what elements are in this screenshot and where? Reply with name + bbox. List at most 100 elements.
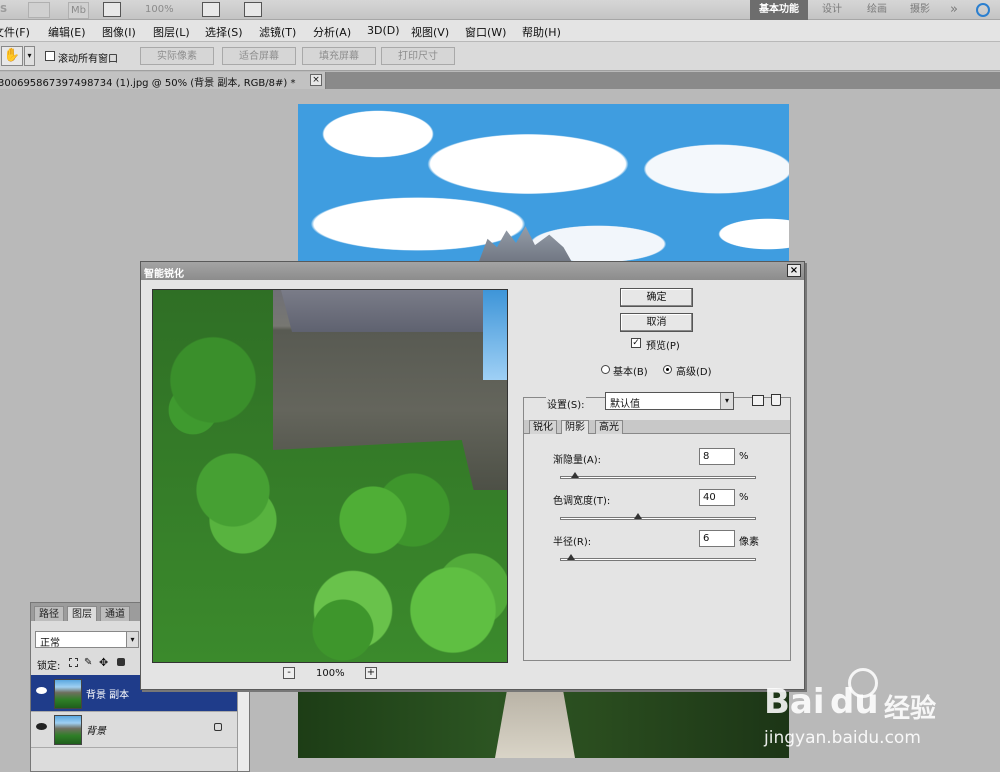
more-workspaces-button[interactable]: »: [942, 0, 966, 20]
dialog-title-bar[interactable]: 智能锐化 ×: [141, 262, 804, 280]
mode-basic-radio[interactable]: [601, 365, 610, 374]
menu-filter[interactable]: 滤镜(T): [259, 24, 296, 40]
zoom-level-menu[interactable]: 100%: [145, 2, 174, 17]
settings-value: 默认值: [610, 399, 640, 410]
tree-foliage: [153, 290, 303, 662]
options-bar: ✋ ▾ 滚动所有窗口 实际像素 适合屏幕 填充屏幕 打印尺寸: [0, 42, 1000, 71]
tonal-width-unit: %: [739, 492, 749, 503]
tab-paths[interactable]: 路径: [34, 606, 64, 621]
watermark-brand-second: du: [830, 682, 879, 722]
tab-shadow[interactable]: 阴影: [561, 420, 589, 434]
menu-analysis[interactable]: 分析(A): [313, 24, 351, 40]
fade-amount-unit: %: [739, 451, 749, 462]
preview-label: 预览(P): [646, 341, 680, 352]
save-settings-icon[interactable]: [752, 395, 764, 406]
settings-label: 设置(S):: [546, 396, 586, 411]
menu-3d[interactable]: 3D(D): [367, 24, 400, 37]
blend-mode-value: 正常: [40, 638, 60, 649]
workspace-design[interactable]: 设计: [812, 0, 852, 20]
tab-highlight[interactable]: 高光: [595, 420, 623, 434]
menu-layer[interactable]: 图层(L): [153, 24, 190, 40]
preview-checkbox[interactable]: ✓: [631, 338, 641, 348]
actual-pixels-button[interactable]: 实际像素: [140, 47, 214, 65]
watermark-cn: 经验: [884, 694, 937, 724]
tonal-width-slider[interactable]: [560, 517, 756, 520]
workspace-painting[interactable]: 绘画: [856, 0, 898, 20]
document-tab[interactable]: 300695867397498734 (1).jpg @ 50% (背景 副本,…: [0, 72, 326, 89]
layer-thumbnail: [54, 715, 82, 745]
print-size-button[interactable]: 打印尺寸: [381, 47, 455, 65]
tab-sharpen[interactable]: 锐化: [529, 420, 557, 434]
screen-mode-icon[interactable]: [244, 2, 262, 17]
fill-screen-button[interactable]: 填充屏幕: [302, 47, 376, 65]
arrange-documents-icon[interactable]: [202, 2, 220, 17]
mode-advanced-radio[interactable]: [663, 365, 672, 374]
fade-amount-slider[interactable]: [560, 476, 756, 479]
layer-thumbnail: [54, 679, 82, 709]
lock-all-icon[interactable]: [117, 658, 125, 666]
menu-edit[interactable]: 编辑(E): [48, 24, 86, 40]
eye-icon[interactable]: [36, 687, 47, 694]
workspace-basic[interactable]: 基本功能: [750, 0, 808, 20]
preview-image[interactable]: [152, 289, 508, 663]
fade-amount-input[interactable]: 8: [699, 448, 735, 465]
bridge-launch-button[interactable]: [28, 2, 50, 18]
layer-name: 背景 副本: [86, 690, 130, 701]
menu-window[interactable]: 窗口(W): [465, 24, 506, 40]
lock-icon: [214, 723, 222, 731]
application-bar: S Mb 100% 基本功能 设计 绘画 摄影 »: [0, 0, 1000, 20]
chevron-down-icon: ▾: [126, 632, 138, 647]
radius-slider-knob[interactable]: [567, 554, 575, 560]
ok-button[interactable]: 确定: [620, 288, 693, 307]
scroll-all-windows-label: 滚动所有窗口: [58, 54, 118, 65]
fade-amount-label: 渐隐量(A):: [553, 455, 602, 466]
radius-label: 半径(R):: [553, 537, 592, 548]
lock-transparent-icon[interactable]: [69, 658, 78, 667]
tonal-width-slider-knob[interactable]: [634, 513, 642, 519]
scroll-all-windows-checkbox[interactable]: [45, 51, 55, 61]
workspace-photography[interactable]: 摄影: [900, 0, 940, 20]
menu-help[interactable]: 帮助(H): [522, 24, 561, 40]
layer-row-background[interactable]: 背景: [31, 711, 237, 748]
tab-layers[interactable]: 图层: [67, 606, 97, 621]
layer-name: 背景: [86, 726, 106, 737]
delete-trash-icon[interactable]: [771, 394, 781, 406]
advanced-tabstrip: 锐化 阴影 高光: [524, 420, 790, 434]
zoom-in-button[interactable]: +: [365, 667, 377, 679]
extras-icon[interactable]: [103, 2, 121, 17]
canvas-image-top[interactable]: [298, 104, 789, 264]
fit-screen-button[interactable]: 适合屏幕: [222, 47, 296, 65]
lock-image-brush-icon[interactable]: ✎: [84, 657, 92, 668]
tab-channels[interactable]: 通道: [100, 606, 130, 621]
eye-icon[interactable]: [36, 723, 47, 730]
hand-tool-icon[interactable]: ✋: [1, 46, 23, 66]
menu-file[interactable]: 文件(F): [0, 24, 30, 40]
fade-amount-slider-knob[interactable]: [571, 472, 579, 478]
lock-position-move-icon[interactable]: ✥: [99, 656, 108, 669]
lock-label: 锁定:: [37, 661, 61, 672]
mini-bridge-button[interactable]: Mb: [68, 2, 89, 19]
mode-basic-label: 基本(B): [613, 367, 648, 378]
radius-unit: 像素: [739, 537, 759, 548]
radius-slider[interactable]: [560, 558, 756, 561]
smart-sharpen-dialog: 智能锐化 × - 100% + 确定 取消 ✓ 预览(P) 基本(B) 高级(D…: [140, 261, 805, 690]
mode-advanced-label: 高级(D): [676, 367, 712, 378]
close-icon[interactable]: ×: [787, 264, 801, 277]
menu-view[interactable]: 视图(V): [411, 24, 449, 40]
cancel-button[interactable]: 取消: [620, 313, 693, 332]
zoom-out-button[interactable]: -: [283, 667, 295, 679]
zoom-value: 100%: [316, 668, 345, 679]
document-tab-title: 300695867397498734 (1).jpg @ 50% (背景 副本,…: [0, 78, 296, 89]
blend-mode-select[interactable]: 正常 ▾: [35, 631, 139, 649]
menu-bar: 文件(F) 编辑(E) 图像(I) 图层(L) 选择(S) 滤镜(T) 分析(A…: [0, 20, 1000, 42]
menu-select[interactable]: 选择(S): [205, 24, 243, 40]
tonal-width-input[interactable]: 40: [699, 489, 735, 506]
radius-input[interactable]: 6: [699, 530, 735, 547]
tool-preset-dropdown[interactable]: ▾: [24, 46, 35, 66]
ps-logo-fragment: S: [0, 4, 8, 15]
settings-select[interactable]: 默认值 ▾: [605, 392, 734, 410]
close-tab-icon[interactable]: ×: [310, 74, 322, 86]
tonal-width-label: 色调宽度(T):: [553, 496, 611, 507]
menu-image[interactable]: 图像(I): [102, 24, 136, 40]
cs-live-icon[interactable]: [976, 3, 990, 17]
